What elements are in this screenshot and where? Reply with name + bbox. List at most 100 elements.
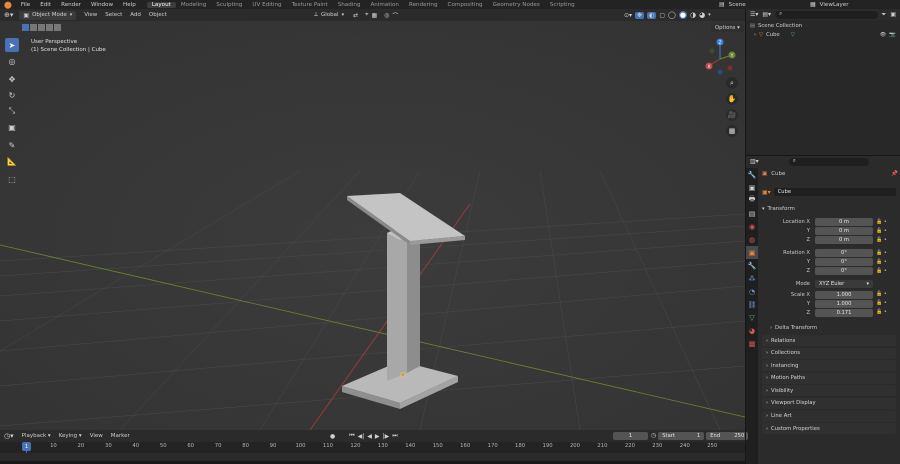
end-frame-field[interactable]: End 250 (706, 432, 749, 440)
start-frame-field[interactable]: Start 1 (658, 432, 705, 440)
xray-icon[interactable]: ▢ (659, 12, 665, 19)
object-tab-icon[interactable]: ▣ (746, 246, 758, 259)
workspace-tab-modeling[interactable]: Modeling (176, 2, 211, 8)
timeline-area[interactable]: 10 20 30 40 50 60 70 80 90 100 110 120 130 140 150 160 1… (0, 442, 745, 464)
options-dropdown[interactable]: Options ▾ (711, 24, 744, 32)
workspace-tab-rendering[interactable]: Rendering (404, 2, 443, 8)
wireframe-shading-icon[interactable]: ◯ (668, 11, 676, 19)
lock-icon[interactable]: 🔓 • (876, 218, 894, 227)
play-icon[interactable]: ▶ (375, 433, 380, 440)
panel-instancing[interactable]: › Instancing (762, 360, 896, 372)
viewport-menu-select[interactable]: Select (101, 12, 126, 18)
workspace-tab-shading[interactable]: Shading (333, 2, 366, 8)
outliner-scene-collection[interactable]: ▤ Scene Collection (750, 22, 896, 31)
physics-tab-icon[interactable]: ◔ (746, 285, 758, 298)
workspace-tab-scripting[interactable]: Scripting (545, 2, 580, 8)
pin-icon[interactable]: 📌 (891, 171, 898, 177)
overlays-icon[interactable]: ◐ (647, 11, 657, 19)
delta-transform-panel[interactable]: › Delta Transform (770, 323, 896, 333)
shading-options-icon[interactable]: ▾ (708, 12, 711, 18)
select-subtract-icon[interactable] (38, 24, 45, 31)
scale-x-field[interactable]: 1.000 (815, 291, 873, 299)
menu-render[interactable]: Render (56, 2, 86, 8)
viewport-menu-add[interactable]: Add (126, 12, 145, 18)
panel-relations[interactable]: › Relations (762, 335, 896, 346)
particles-tab-icon[interactable]: ⁂ (746, 272, 758, 285)
proportional-editing-icon[interactable]: ◎ (384, 12, 389, 19)
cursor-tool-icon[interactable]: ◎ (5, 54, 19, 68)
filter-icon[interactable]: ⏷ (882, 11, 887, 19)
properties-search-input[interactable]: ⌕ (788, 157, 869, 166)
select-intersect-icon[interactable] (54, 24, 61, 31)
panel-line-art[interactable]: › Line Art (762, 410, 896, 422)
output-tab-icon[interactable]: 🖶 (746, 194, 758, 207)
jump-start-icon[interactable]: ⏮ (349, 432, 354, 440)
orientation-dropdown[interactable]: Global (321, 12, 339, 18)
preview-range-icon[interactable]: ◷ (651, 432, 656, 440)
snap-target-icon[interactable]: ▦ (372, 12, 378, 19)
panel-collections[interactable]: › Collections (762, 347, 896, 359)
lock-icon[interactable]: 🔓 • (876, 236, 894, 245)
panel-custom-properties[interactable]: › Custom Properties (762, 423, 896, 435)
view-layer-selector[interactable]: ▦ ViewLayer (810, 0, 849, 9)
outliner-item-cube[interactable]: › ▽ Cube ▽ 👁 📷 (750, 31, 896, 40)
timeline-editor-icon[interactable]: ◷▾ (0, 432, 18, 440)
select-box-tool-icon[interactable]: ➤ (5, 38, 19, 52)
menu-window[interactable]: Window (86, 2, 118, 8)
data-tab-icon[interactable]: ▽ (746, 311, 758, 324)
scene-tab-icon[interactable]: ◉ (746, 220, 758, 233)
world-tab-icon[interactable]: ◍ (746, 233, 758, 246)
view-layer-tab-icon[interactable]: ▤ (746, 207, 758, 220)
workspace-tab-sculpting[interactable]: Sculpting (211, 2, 247, 8)
editor-divider[interactable] (745, 9, 746, 464)
scale-tool-icon[interactable]: ⤡ (5, 104, 19, 118)
object-mode-dropdown[interactable]: ▣ Object Mode ▾ (19, 10, 77, 20)
panel-visibility[interactable]: › Visibility (762, 385, 896, 397)
outliner-view-icon[interactable]: ▤▾ (762, 11, 771, 18)
editor-type-icon[interactable]: ⊕▾ (0, 11, 17, 19)
object-type-icon[interactable]: ▣▾ (762, 189, 771, 196)
zoom-icon[interactable]: ⌕ (726, 77, 738, 89)
annotate-tool-icon[interactable]: ✎ (5, 138, 19, 152)
workspace-tab-layout[interactable]: Layout (146, 1, 176, 8)
material-tab-icon[interactable]: ◕ (746, 324, 758, 337)
lock-icon[interactable]: 🔓 • (876, 267, 894, 276)
timeline-menu-keying[interactable]: Keying ▾ (55, 433, 86, 439)
transform-tool-icon[interactable]: ▣ (5, 120, 19, 134)
new-collection-icon[interactable]: ▣ (890, 11, 896, 18)
constraints-tab-icon[interactable]: ⛓ (746, 298, 758, 311)
blender-logo-icon[interactable]: ⬤ (0, 1, 16, 9)
panel-motion-paths[interactable]: › Motion Paths (762, 372, 896, 384)
scale-y-field[interactable]: 1.000 (815, 300, 873, 308)
scene-selector[interactable]: ▤ Scene (719, 0, 746, 9)
rotate-tool-icon[interactable]: ↻ (5, 88, 19, 102)
timeline-menu-view[interactable]: View (86, 433, 107, 439)
modifier-tab-icon[interactable]: 🔧 (746, 259, 758, 272)
visibility-icon[interactable]: ⊙▾ (624, 12, 632, 19)
rendered-shading-icon[interactable]: ◕ (699, 11, 705, 19)
menu-help[interactable]: Help (118, 2, 141, 8)
workspace-tab-uv-editing[interactable]: UV Editing (247, 2, 286, 8)
lock-icon[interactable]: 🔓 • (876, 258, 894, 267)
editor-divider[interactable] (746, 155, 900, 156)
timeline-menu-marker[interactable]: Marker (107, 433, 134, 439)
viewport-menu-object[interactable]: Object (145, 12, 171, 18)
transform-panel-header[interactable]: ▾ Transform (762, 203, 898, 214)
timeline-menu-playback[interactable]: Playback ▾ (18, 433, 55, 439)
solid-shading-icon[interactable]: ● (678, 11, 687, 19)
workspace-tab-geometry-nodes[interactable]: Geometry Nodes (488, 2, 545, 8)
object-name-field[interactable]: Cube (773, 188, 896, 196)
snap-icon[interactable]: ⌖ (365, 11, 368, 19)
rotation-x-field[interactable]: 0° (815, 249, 873, 257)
tool-tab-icon[interactable]: 🔧 (746, 168, 758, 181)
3d-viewport[interactable]: ➤ ◎ ✥ ↻ ⤡ ▣ ✎ 📐 ⬚ User Perspective (1) S… (0, 21, 745, 430)
workspace-tab-texture-paint[interactable]: Texture Paint (287, 2, 333, 8)
perspective-grid-icon[interactable]: ▦ (726, 125, 738, 137)
render-tab-icon[interactable]: ▣ (746, 181, 758, 194)
rotation-z-field[interactable]: 0° (815, 267, 873, 275)
scale-z-field[interactable]: 0.171 (815, 309, 873, 317)
prev-keyframe-icon[interactable]: ◀| (358, 433, 365, 440)
properties-editor-icon[interactable]: ▥▾ (750, 158, 759, 165)
add-cube-tool-icon[interactable]: ⬚ (5, 172, 19, 186)
lock-icon[interactable]: 🔓 • (876, 249, 894, 258)
